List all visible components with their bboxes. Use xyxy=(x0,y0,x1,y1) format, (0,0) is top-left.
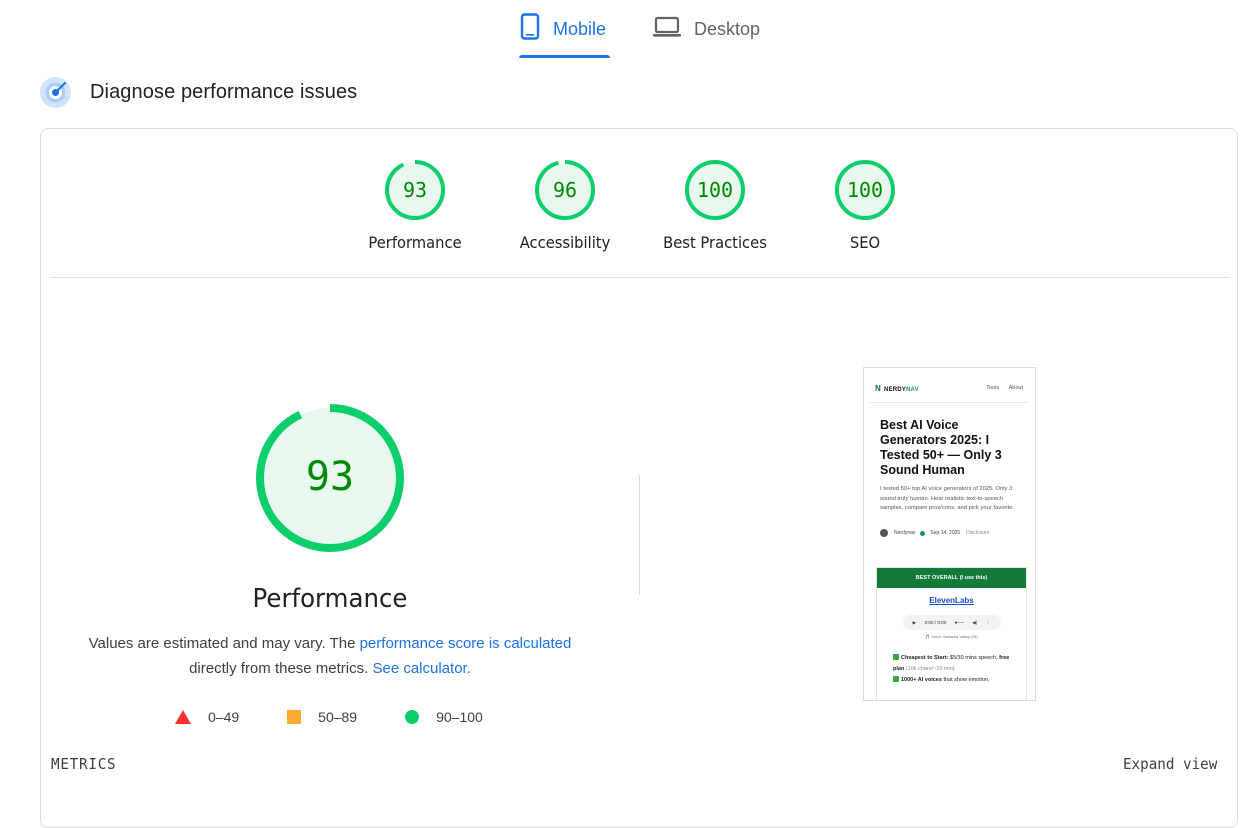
product-link: ElevenLabs xyxy=(877,596,1026,605)
feature-bullets: Cheapest to Start: $5/30 mins speech, fr… xyxy=(893,653,1019,686)
audio-player: ▶ 0:00 / 0:00 ●── ◀) ⋮ xyxy=(903,615,1001,630)
player-time: 0:00 / 0:00 xyxy=(925,620,947,625)
site-nav-tools: Tools xyxy=(986,385,999,391)
score-gauges: 93 Performance 96 Accessibility 100 Best… xyxy=(41,159,1237,259)
report-card: 93 Performance 96 Accessibility 100 Best… xyxy=(40,128,1238,828)
site-nav-about: About xyxy=(1009,385,1023,391)
tab-desktop[interactable]: Desktop xyxy=(653,14,760,44)
gauge-accessibility-ring: 96 xyxy=(534,159,596,221)
site-nav: Tools About xyxy=(978,385,1023,391)
gauge-performance[interactable]: 93 Performance xyxy=(340,159,490,252)
site-logo: NNERDYNAV xyxy=(875,384,919,393)
gauge-performance-label: Performance xyxy=(346,233,484,252)
best-overall-box: BEST OVERALL (I use this) ElevenLabs ▶ 0… xyxy=(876,567,1027,701)
see-calculator-link[interactable]: See calculator. xyxy=(372,660,470,677)
gauge-accessibility[interactable]: 96 Accessibility xyxy=(490,159,640,252)
gauge-performance-ring: 93 xyxy=(384,159,446,221)
triangle-icon xyxy=(175,710,191,724)
performance-description: Values are estimated and may vary. The p… xyxy=(81,631,579,681)
expand-view-button[interactable]: Expand view xyxy=(1123,755,1217,773)
author-avatar xyxy=(880,529,888,537)
author-name: Nerdynav xyxy=(894,530,915,536)
gauge-accessibility-value: 96 xyxy=(553,178,577,202)
performance-main-gauge: 93 xyxy=(253,401,407,555)
diagnose-icon xyxy=(40,77,71,108)
checkbox-icon xyxy=(893,676,899,682)
section-title: Diagnose performance issues xyxy=(90,81,357,104)
site-summary: I tested 50+ top AI voice generators of … xyxy=(880,485,1020,514)
bullet-2: 1000+ AI voices that show emotion, xyxy=(893,675,1019,686)
legend-pass: 90–100 xyxy=(405,709,483,725)
bullet-1: Cheapest to Start: $5/30 mins speech, fr… xyxy=(893,653,1019,675)
verified-icon xyxy=(920,531,925,536)
active-tab-indicator xyxy=(519,55,610,58)
disclosure-link: Disclosure xyxy=(966,530,989,536)
progress-knob: ●── xyxy=(955,620,964,625)
gauge-seo-ring: 100 xyxy=(834,159,896,221)
checkbox-icon xyxy=(893,654,899,660)
section-header: Diagnose performance issues xyxy=(40,76,357,108)
legend-fail: 0–49 xyxy=(175,709,239,725)
best-overall-banner: BEST OVERALL (I use this) xyxy=(877,568,1026,588)
performance-main-value: 93 xyxy=(306,454,354,500)
legend-pass-range: 90–100 xyxy=(436,709,483,725)
tab-desktop-label: Desktop xyxy=(694,19,760,40)
square-icon xyxy=(287,710,301,724)
more-icon: ⋮ xyxy=(986,620,991,626)
performance-title: Performance xyxy=(190,584,470,614)
voice-credit: 🎵 Voice: Natasha Valley (IN) xyxy=(877,634,1026,639)
circle-icon xyxy=(405,710,419,724)
gauge-best-practices-ring: 100 xyxy=(684,159,746,221)
score-legend: 0–49 50–89 90–100 xyxy=(175,707,531,727)
volume-icon: ◀) xyxy=(972,620,977,626)
description-text-1: Values are estimated and may vary. The xyxy=(89,635,360,652)
gauge-accessibility-label: Accessibility xyxy=(496,233,634,252)
gauge-seo-label: SEO xyxy=(796,233,934,252)
screenshot-site-header: NNERDYNAV Tools About xyxy=(870,374,1029,403)
smartphone-icon xyxy=(520,13,540,45)
device-tabs: Mobile Desktop xyxy=(0,0,1242,60)
gauge-seo-value: 100 xyxy=(847,178,883,202)
tab-mobile-label: Mobile xyxy=(553,19,606,40)
score-calculated-link[interactable]: performance score is calculated xyxy=(360,635,572,652)
section-divider xyxy=(50,277,1230,278)
description-text-2: directly from these metrics. xyxy=(189,660,372,677)
gauge-seo[interactable]: 100 SEO xyxy=(790,159,940,252)
legend-average: 50–89 xyxy=(287,709,357,725)
gauge-performance-value: 93 xyxy=(403,178,427,202)
gauge-best-practices[interactable]: 100 Best Practices xyxy=(640,159,790,252)
site-headline: Best AI Voice Generators 2025: I Tested … xyxy=(880,418,1025,478)
play-icon: ▶ xyxy=(913,620,917,626)
final-screenshot[interactable]: NNERDYNAV Tools About Best AI Voice Gene… xyxy=(863,367,1036,701)
gauge-best-practices-value: 100 xyxy=(697,178,733,202)
vertical-divider xyxy=(639,475,640,595)
gauge-best-practices-label: Best Practices xyxy=(646,233,784,252)
laptop-icon xyxy=(653,16,681,43)
site-byline: Nerdynav Sep 14, 2025 Disclosure xyxy=(880,529,990,537)
metrics-heading: METRICS xyxy=(51,755,116,773)
legend-average-range: 50–89 xyxy=(318,709,357,725)
post-date: Sep 14, 2025 xyxy=(930,530,960,536)
legend-fail-range: 0–49 xyxy=(208,709,239,725)
tab-mobile[interactable]: Mobile xyxy=(520,14,606,44)
